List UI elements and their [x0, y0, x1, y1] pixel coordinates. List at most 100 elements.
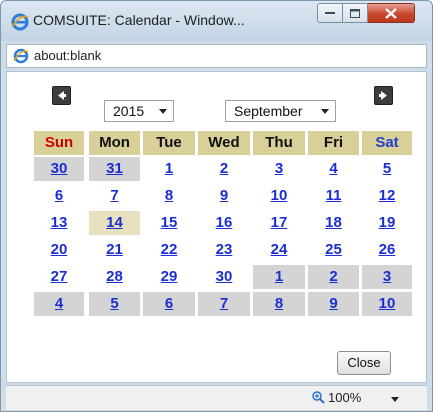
calendar-day-cell: 29: [143, 265, 195, 289]
calendar-day-link[interactable]: 14: [106, 214, 123, 231]
calendar-day-link[interactable]: 6: [55, 187, 63, 204]
calendar-day-link[interactable]: 15: [161, 214, 178, 231]
calendar-day-link[interactable]: 2: [220, 160, 228, 177]
calendar-panel: 2015 September Sun Mon Tue Wed Thu Fri Sat 30 31…: [6, 71, 427, 383]
calendar-day-link[interactable]: 4: [329, 160, 337, 177]
calendar-day-cell: 10: [253, 184, 305, 208]
calendar-day-link[interactable]: 4: [55, 295, 63, 312]
browser-window: COMSUITE: Calendar - Window... about:bla…: [0, 0, 433, 412]
maximize-icon: [350, 8, 360, 18]
calendar-day-link[interactable]: 31: [106, 160, 123, 177]
calendar-day-link[interactable]: 3: [275, 160, 283, 177]
calendar-day-link[interactable]: 11: [326, 187, 342, 204]
calendar-day-cell: 2: [308, 265, 359, 289]
calendar-day-link[interactable]: 20: [51, 241, 68, 258]
calendar-day-link[interactable]: 9: [220, 187, 228, 204]
calendar-day-cell: 5: [362, 157, 412, 181]
calendar-day-cell: 28: [89, 265, 140, 289]
calendar-day-link[interactable]: 5: [110, 295, 118, 312]
calendar-day-link[interactable]: 30: [51, 160, 68, 177]
calendar-day-cell: 20: [34, 238, 84, 262]
calendar-day-cell: 30: [34, 157, 84, 181]
window-title: COMSUITE: Calendar - Window...: [33, 12, 245, 28]
close-icon: [385, 7, 397, 19]
calendar-day-link[interactable]: 16: [216, 214, 233, 231]
weekday-header-sun: Sun: [34, 131, 84, 155]
calendar-day-link[interactable]: 22: [161, 241, 178, 258]
title-bar[interactable]: COMSUITE: Calendar - Window...: [1, 1, 432, 41]
calendar-day-cell: 3: [362, 265, 412, 289]
calendar-day-cell: 24: [253, 238, 305, 262]
address-bar[interactable]: about:blank: [6, 44, 427, 68]
calendar-day-link[interactable]: 7: [220, 295, 228, 312]
calendar-day-link[interactable]: 9: [329, 295, 337, 312]
calendar-day-link[interactable]: 10: [379, 295, 396, 312]
calendar-day-link[interactable]: 10: [271, 187, 288, 204]
close-window-button[interactable]: [368, 3, 415, 23]
calendar-day-cell: 17: [253, 211, 305, 235]
calendar-day-link[interactable]: 30: [216, 268, 233, 285]
calendar-day-cell: 11: [308, 184, 359, 208]
maximize-button[interactable]: [343, 3, 368, 23]
window-controls: [317, 3, 415, 25]
calendar-day-link[interactable]: 2: [329, 268, 337, 285]
arrow-right-icon: [379, 91, 387, 100]
weekday-header-sat: Sat: [362, 131, 412, 155]
calendar-day-cell: 1: [253, 265, 305, 289]
calendar-day-link[interactable]: 7: [110, 187, 118, 204]
calendar-day-cell: 3: [253, 157, 305, 181]
zoom-level[interactable]: 100%: [328, 390, 361, 405]
calendar-day-cell: 10: [362, 292, 412, 316]
calendar-day-cell: 26: [362, 238, 412, 262]
calendar-day-link[interactable]: 25: [325, 241, 342, 258]
calendar-day-link[interactable]: 29: [161, 268, 178, 285]
calendar-day-link[interactable]: 18: [325, 214, 342, 231]
calendar-day-cell: 22: [143, 238, 195, 262]
calendar-day-link[interactable]: 26: [379, 241, 396, 258]
chevron-down-icon: [159, 109, 167, 114]
calendar-day-link[interactable]: 19: [379, 214, 396, 231]
calendar-day-cell: 19: [362, 211, 412, 235]
month-value: September: [234, 103, 303, 119]
calendar-day-link[interactable]: 3: [383, 268, 391, 285]
calendar-day-cell: 31: [89, 157, 140, 181]
calendar-day-link[interactable]: 5: [383, 160, 391, 177]
calendar-day-link[interactable]: 21: [106, 241, 123, 258]
next-month-button[interactable]: [374, 86, 393, 105]
weekday-header-mon: Mon: [89, 131, 140, 155]
close-button[interactable]: Close: [337, 351, 391, 375]
calendar-day-link[interactable]: 8: [275, 295, 283, 312]
calendar-day-cell: 7: [198, 292, 250, 316]
minimize-button[interactable]: [317, 3, 343, 23]
calendar-day-link[interactable]: 28: [106, 268, 123, 285]
calendar-day-link[interactable]: 1: [275, 268, 283, 285]
ie-logo-icon: [13, 48, 29, 64]
calendar-day-link[interactable]: 13: [51, 214, 68, 231]
month-select[interactable]: September: [225, 100, 336, 122]
chevron-down-icon[interactable]: [391, 397, 399, 402]
address-url: about:blank: [34, 48, 102, 63]
calendar-day-cell: 21: [89, 238, 140, 262]
year-value: 2015: [113, 103, 145, 119]
minimize-icon: [325, 12, 335, 14]
calendar-day-cell: 27: [34, 265, 84, 289]
status-bar: 100%: [6, 385, 427, 410]
calendar-day-link[interactable]: 6: [165, 295, 173, 312]
calendar-day-link[interactable]: 12: [379, 187, 396, 204]
year-select[interactable]: 2015: [104, 100, 174, 122]
calendar-day-cell: 16: [198, 211, 250, 235]
calendar-day-link[interactable]: 17: [271, 214, 288, 231]
calendar-day-link[interactable]: 8: [165, 187, 173, 204]
prev-month-button[interactable]: [52, 86, 71, 105]
calendar-day-cell: 6: [143, 292, 195, 316]
calendar-day-link[interactable]: 27: [51, 268, 68, 285]
calendar-day-link[interactable]: 24: [271, 241, 288, 258]
calendar-day-link[interactable]: 1: [165, 160, 173, 177]
calendar-day-cell: 7: [89, 184, 140, 208]
calendar-day-cell: 4: [34, 292, 84, 316]
weekday-header-thu: Thu: [253, 131, 305, 155]
calendar-day-cell: 13: [34, 211, 84, 235]
calendar-day-link[interactable]: 23: [216, 241, 233, 258]
weekday-header-wed: Wed: [198, 131, 250, 155]
chevron-down-icon: [321, 109, 329, 114]
